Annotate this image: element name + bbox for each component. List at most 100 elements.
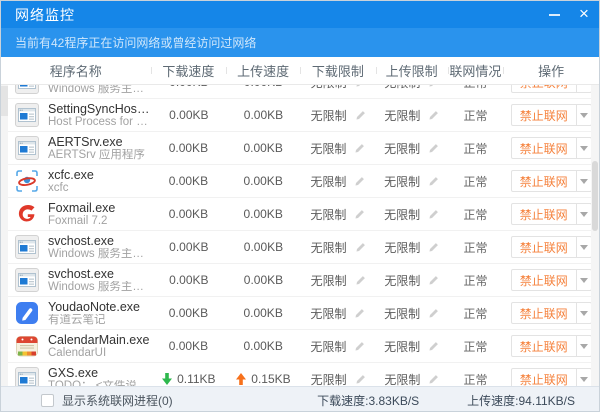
dropdown-caret-icon[interactable] [576, 85, 591, 92]
scrollbar-thumb[interactable] [592, 161, 598, 231]
network-status-cell: 正常 [448, 305, 504, 322]
download-speed-cell: 0.00KB [151, 207, 227, 221]
left-scrollbar-track[interactable] [1, 85, 8, 386]
edit-upload-limit-icon[interactable] [428, 110, 439, 121]
program-name-block: GXS.exeTODO： <文件说明> [48, 366, 151, 387]
upload-limit-value: 无限制 [384, 206, 420, 223]
forbid-network-button[interactable]: 禁止联网 [511, 302, 592, 324]
dropdown-caret-icon[interactable] [576, 171, 591, 191]
upload-limit-value: 无限制 [384, 371, 420, 387]
show-system-processes-label: 显示系统联网进程(0) [62, 392, 173, 409]
upload-speed-cell: 0.00KB [226, 339, 300, 353]
program-name: SettingSyncHost.exe [48, 102, 151, 116]
edit-download-limit-icon[interactable] [355, 110, 366, 121]
column-header-network-status[interactable]: 联网情况 [448, 61, 504, 80]
forbid-network-button[interactable]: 禁止联网 [511, 137, 592, 159]
title-bar: 网络监控 × [1, 1, 599, 28]
upload-limit-cell: 无限制 [376, 305, 448, 322]
column-header-upload-speed[interactable]: 上传速度 [226, 61, 300, 80]
download-limit-value: 无限制 [311, 239, 347, 256]
edit-upload-limit-icon[interactable] [428, 308, 439, 319]
download-speed-value: 0.11KB [177, 372, 215, 386]
edit-download-limit-icon[interactable] [354, 176, 365, 187]
program-cell: AERTSrv.exeAERTSrv 应用程序 [1, 135, 151, 162]
column-header-upload-limit[interactable]: 上传限制 [376, 61, 448, 80]
edit-download-limit-icon[interactable] [355, 275, 366, 286]
operation-cell: 禁止联网 [503, 104, 599, 126]
program-name-block: svchost.exeWindows 服务主进程 [48, 234, 151, 261]
total-download-speed: 下载速度:3.83KB/S [317, 392, 419, 409]
edit-upload-limit-icon[interactable] [428, 209, 439, 220]
edit-upload-limit-icon[interactable] [428, 85, 439, 88]
edit-download-limit-icon[interactable] [355, 85, 366, 88]
forbid-network-label: 禁止联网 [512, 336, 576, 356]
download-speed-value: 0.00KB [169, 273, 208, 287]
edit-upload-limit-icon[interactable] [428, 341, 439, 352]
network-status-value: 正常 [463, 338, 487, 355]
edit-download-limit-icon[interactable] [354, 341, 365, 352]
forbid-network-button[interactable]: 禁止联网 [511, 236, 592, 258]
upload-limit-value: 无限制 [384, 85, 420, 91]
forbid-network-label: 禁止联网 [512, 171, 576, 191]
dropdown-caret-icon[interactable] [576, 270, 591, 290]
upload-speed-value: 0.00KB [244, 85, 283, 89]
forbid-network-button[interactable]: 禁止联网 [511, 170, 592, 192]
download-limit-value: 无限制 [310, 140, 346, 157]
edit-download-limit-icon[interactable] [354, 308, 365, 319]
program-name-block: AERTSrv.exeAERTSrv 应用程序 [48, 135, 145, 162]
forbid-network-label: 禁止联网 [512, 138, 576, 158]
dropdown-caret-icon[interactable] [576, 105, 591, 125]
edit-download-limit-icon[interactable] [355, 242, 366, 253]
edit-upload-limit-icon[interactable] [428, 275, 439, 286]
column-header-download-limit[interactable]: 下载限制 [300, 61, 376, 80]
dropdown-caret-icon[interactable] [576, 303, 591, 323]
scrollbar-track[interactable] [591, 85, 599, 386]
status-banner: 当前有42程序正在访问网络或曾经访问过网络 [1, 28, 599, 57]
program-name: AERTSrv.exe [48, 135, 145, 149]
show-system-processes-checkbox[interactable] [41, 394, 54, 407]
forbid-network-button[interactable]: 禁止联网 [511, 104, 592, 126]
download-speed-value: 0.00KB [169, 339, 208, 353]
upload-limit-cell: 无限制 [376, 239, 448, 256]
program-name: YoudaoNote.exe [48, 300, 140, 314]
upload-limit-cell: 无限制 [376, 85, 448, 91]
upload-speed-value: 0.00KB [243, 174, 282, 188]
close-button[interactable]: × [569, 1, 599, 28]
minimize-button[interactable] [539, 1, 569, 28]
table-body: svchost.exeWindows 服务主进程0.00KB0.00KB无限制无… [1, 85, 599, 386]
column-header-operation[interactable]: 操作 [503, 61, 599, 80]
dropdown-caret-icon[interactable] [576, 336, 591, 356]
youdaonote-icon [15, 301, 39, 325]
edit-upload-limit-icon[interactable] [428, 143, 439, 154]
program-name-block: YoudaoNote.exe有道云笔记 [48, 300, 140, 327]
download-limit-value: 无限制 [311, 272, 347, 289]
upload-limit-cell: 无限制 [376, 272, 448, 289]
upload-limit-value: 无限制 [384, 272, 420, 289]
windows-app-icon [15, 235, 39, 259]
forbid-network-button[interactable]: 禁止联网 [511, 203, 592, 225]
network-status-cell: 正常 [448, 371, 504, 387]
edit-download-limit-icon[interactable] [354, 209, 365, 220]
forbid-network-button[interactable]: 禁止联网 [511, 269, 592, 291]
download-limit-value: 无限制 [311, 85, 347, 91]
windows-app-icon [15, 136, 39, 160]
forbid-network-button[interactable]: 禁止联网 [511, 368, 592, 386]
column-header-program-name[interactable]: 程序名称 [1, 61, 151, 80]
dropdown-caret-icon[interactable] [576, 369, 591, 386]
upload-limit-value: 无限制 [384, 173, 420, 190]
edit-download-limit-icon[interactable] [354, 143, 365, 154]
dropdown-caret-icon[interactable] [576, 237, 591, 257]
forbid-network-button[interactable]: 禁止联网 [511, 85, 592, 93]
network-status-cell: 正常 [448, 173, 504, 190]
edit-upload-limit-icon[interactable] [428, 374, 439, 385]
edit-download-limit-icon[interactable] [355, 374, 366, 385]
left-scrollbar-thumb[interactable] [1, 86, 8, 116]
dropdown-caret-icon[interactable] [576, 204, 591, 224]
dropdown-caret-icon[interactable] [576, 138, 591, 158]
edit-upload-limit-icon[interactable] [428, 242, 439, 253]
column-header-download-speed[interactable]: 下载速度 [151, 61, 227, 80]
minimize-icon [549, 14, 560, 16]
network-status-value: 正常 [463, 140, 487, 157]
forbid-network-button[interactable]: 禁止联网 [511, 335, 592, 357]
edit-upload-limit-icon[interactable] [428, 176, 439, 187]
